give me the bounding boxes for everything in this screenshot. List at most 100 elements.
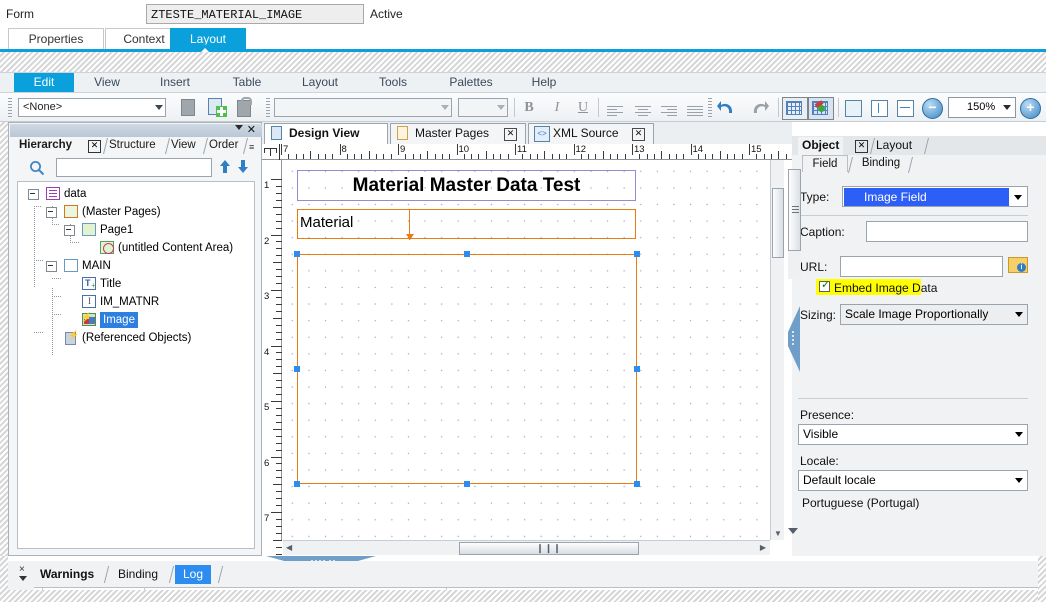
font-size-combo[interactable] [458,98,508,117]
new-document-button[interactable] [178,97,200,118]
form-canvas[interactable]: Material Master Data Test Material [283,160,770,540]
menu-layout[interactable]: Layout [290,73,350,92]
tab-log[interactable]: Log [175,565,212,584]
close-icon[interactable]: ✕ [504,128,517,141]
caption-input[interactable] [866,221,1028,242]
toolbar-grip-3[interactable] [708,98,712,117]
underline-button[interactable]: U [572,97,594,118]
move-down-icon[interactable] [237,159,249,175]
tab-design-view[interactable]: Design View [264,123,388,144]
vertical-ruler[interactable]: 1 2 3 4 5 6 7 [262,160,282,562]
panel-title-bar[interactable] [10,124,262,137]
expander-icon[interactable] [46,261,57,272]
tab-properties[interactable]: Properties [8,28,104,49]
bold-button[interactable]: B [518,97,540,118]
italic-button[interactable]: I [546,97,568,118]
canvas-vertical-scrollbar[interactable]: ▼ [770,160,784,540]
object-panel-scrollbar[interactable] [788,169,801,279]
tab-order[interactable]: Order [209,137,238,155]
selection-handle-s[interactable] [464,481,470,487]
selection-handle-n[interactable] [464,251,470,257]
tab-layout-panel[interactable]: Layout [876,137,912,155]
undo-button[interactable] [716,97,742,118]
hierarchy-tree[interactable]: data (Master Pages) Page1 (untitled Cont… [17,181,255,549]
presence-combo[interactable]: Visible [798,424,1028,445]
font-family-combo[interactable] [274,98,452,117]
canvas-horizontal-scrollbar[interactable]: ◀ ❙❙❙ ▶ [283,540,770,555]
align-justify-button[interactable] [684,97,706,118]
expander-icon[interactable] [28,189,39,200]
menu-palettes[interactable]: Palettes [440,73,502,92]
scroll-right-arrow-icon[interactable]: ▶ [760,543,766,552]
search-icon[interactable] [29,160,45,176]
messages-close-icon[interactable]: × [19,564,25,575]
menu-table[interactable]: Table [218,73,276,92]
tab-binding[interactable]: Binding [112,565,164,584]
align-left-button[interactable] [604,97,626,118]
ruler-origin-icon[interactable] [264,146,278,156]
subtab-binding[interactable]: Binding [854,155,908,172]
scroll-left-arrow-icon[interactable]: ◀ [286,543,292,552]
snap-to-grid-button[interactable] [808,97,834,120]
panel-options-icon[interactable]: ≡ [249,142,254,152]
zoom-combo[interactable]: 150% [948,97,1016,118]
style-combo[interactable]: <None> [18,98,166,117]
toolbar-grip-2[interactable] [266,98,270,117]
scroll-down-arrow-icon[interactable]: ▼ [774,529,782,538]
selection-handle-w[interactable] [294,366,300,372]
panel-close-icon[interactable]: ✕ [247,123,256,136]
move-up-icon[interactable] [219,159,231,175]
fit-height-button[interactable] [868,97,890,118]
align-center-button[interactable] [632,97,654,118]
panel-menu-icon[interactable] [235,125,243,130]
object-tab-close-icon[interactable]: ✕ [855,140,868,153]
selection-handle-nw[interactable] [294,251,300,257]
tab-object[interactable]: Object [798,137,844,155]
tab-hierarchy[interactable]: Hierarchy [19,137,72,155]
tab-structure[interactable]: Structure [109,137,156,155]
expander-icon[interactable] [64,225,75,236]
fit-page-button[interactable] [842,97,864,118]
horizontal-ruler[interactable]: 7 8 9 10 11 12 13 14 15 [262,144,802,160]
show-grid-button[interactable] [782,97,808,120]
object-panel-scroll-thumb[interactable] [788,169,801,251]
close-icon[interactable]: ✕ [632,128,645,141]
search-input[interactable] [56,158,212,177]
material-field-object[interactable]: Material [297,209,636,240]
panel-collapse-handle[interactable] [788,306,800,372]
redo-button[interactable] [746,97,772,118]
menu-help[interactable]: Help [518,73,570,92]
fit-width-button[interactable] [894,97,916,118]
type-combo[interactable]: ⚡ Image Field [842,186,1028,207]
locale-combo[interactable]: Default locale [798,470,1028,491]
tab-warnings[interactable]: Warnings [34,565,100,584]
zoom-in-button[interactable]: + [1020,98,1041,119]
menu-insert[interactable]: Insert [146,73,204,92]
hierarchy-tab-close-icon[interactable]: ✕ [88,140,101,153]
selection-handle-e[interactable] [634,366,640,372]
align-right-button[interactable] [658,97,680,118]
selection-handle-se[interactable] [634,481,640,487]
selection-handle-sw[interactable] [294,481,300,487]
tab-view[interactable]: View [171,137,196,155]
folder-browse-button[interactable]: i [1008,255,1028,273]
tab-xml-source[interactable]: <> XML Source ✕ [528,123,654,144]
menu-view[interactable]: View [78,73,136,92]
menu-edit[interactable]: Edit [14,73,74,92]
messages-collapse-icon[interactable] [19,576,27,581]
tab-master-pages[interactable]: Master Pages ✕ [390,123,526,144]
form-name-field[interactable]: ZTESTE_MATERIAL_IMAGE [146,4,364,24]
lock-document-button[interactable] [234,97,256,118]
title-text-object[interactable]: Material Master Data Test [297,170,636,201]
zoom-out-button[interactable]: − [922,98,943,119]
url-input[interactable] [840,256,1003,277]
embed-image-checkbox[interactable]: ✓ [819,280,830,292]
expander-icon[interactable] [46,207,57,218]
toolbar-grip-1[interactable] [8,98,12,117]
horizontal-scroll-thumb[interactable]: ❙❙❙ [459,542,639,555]
menu-tools[interactable]: Tools [365,73,421,92]
new-page-button[interactable] [206,97,228,118]
selection-handle-ne[interactable] [634,251,640,257]
subtab-field[interactable]: Field [802,155,848,172]
scroll-down-arrow-icon[interactable] [788,528,798,534]
